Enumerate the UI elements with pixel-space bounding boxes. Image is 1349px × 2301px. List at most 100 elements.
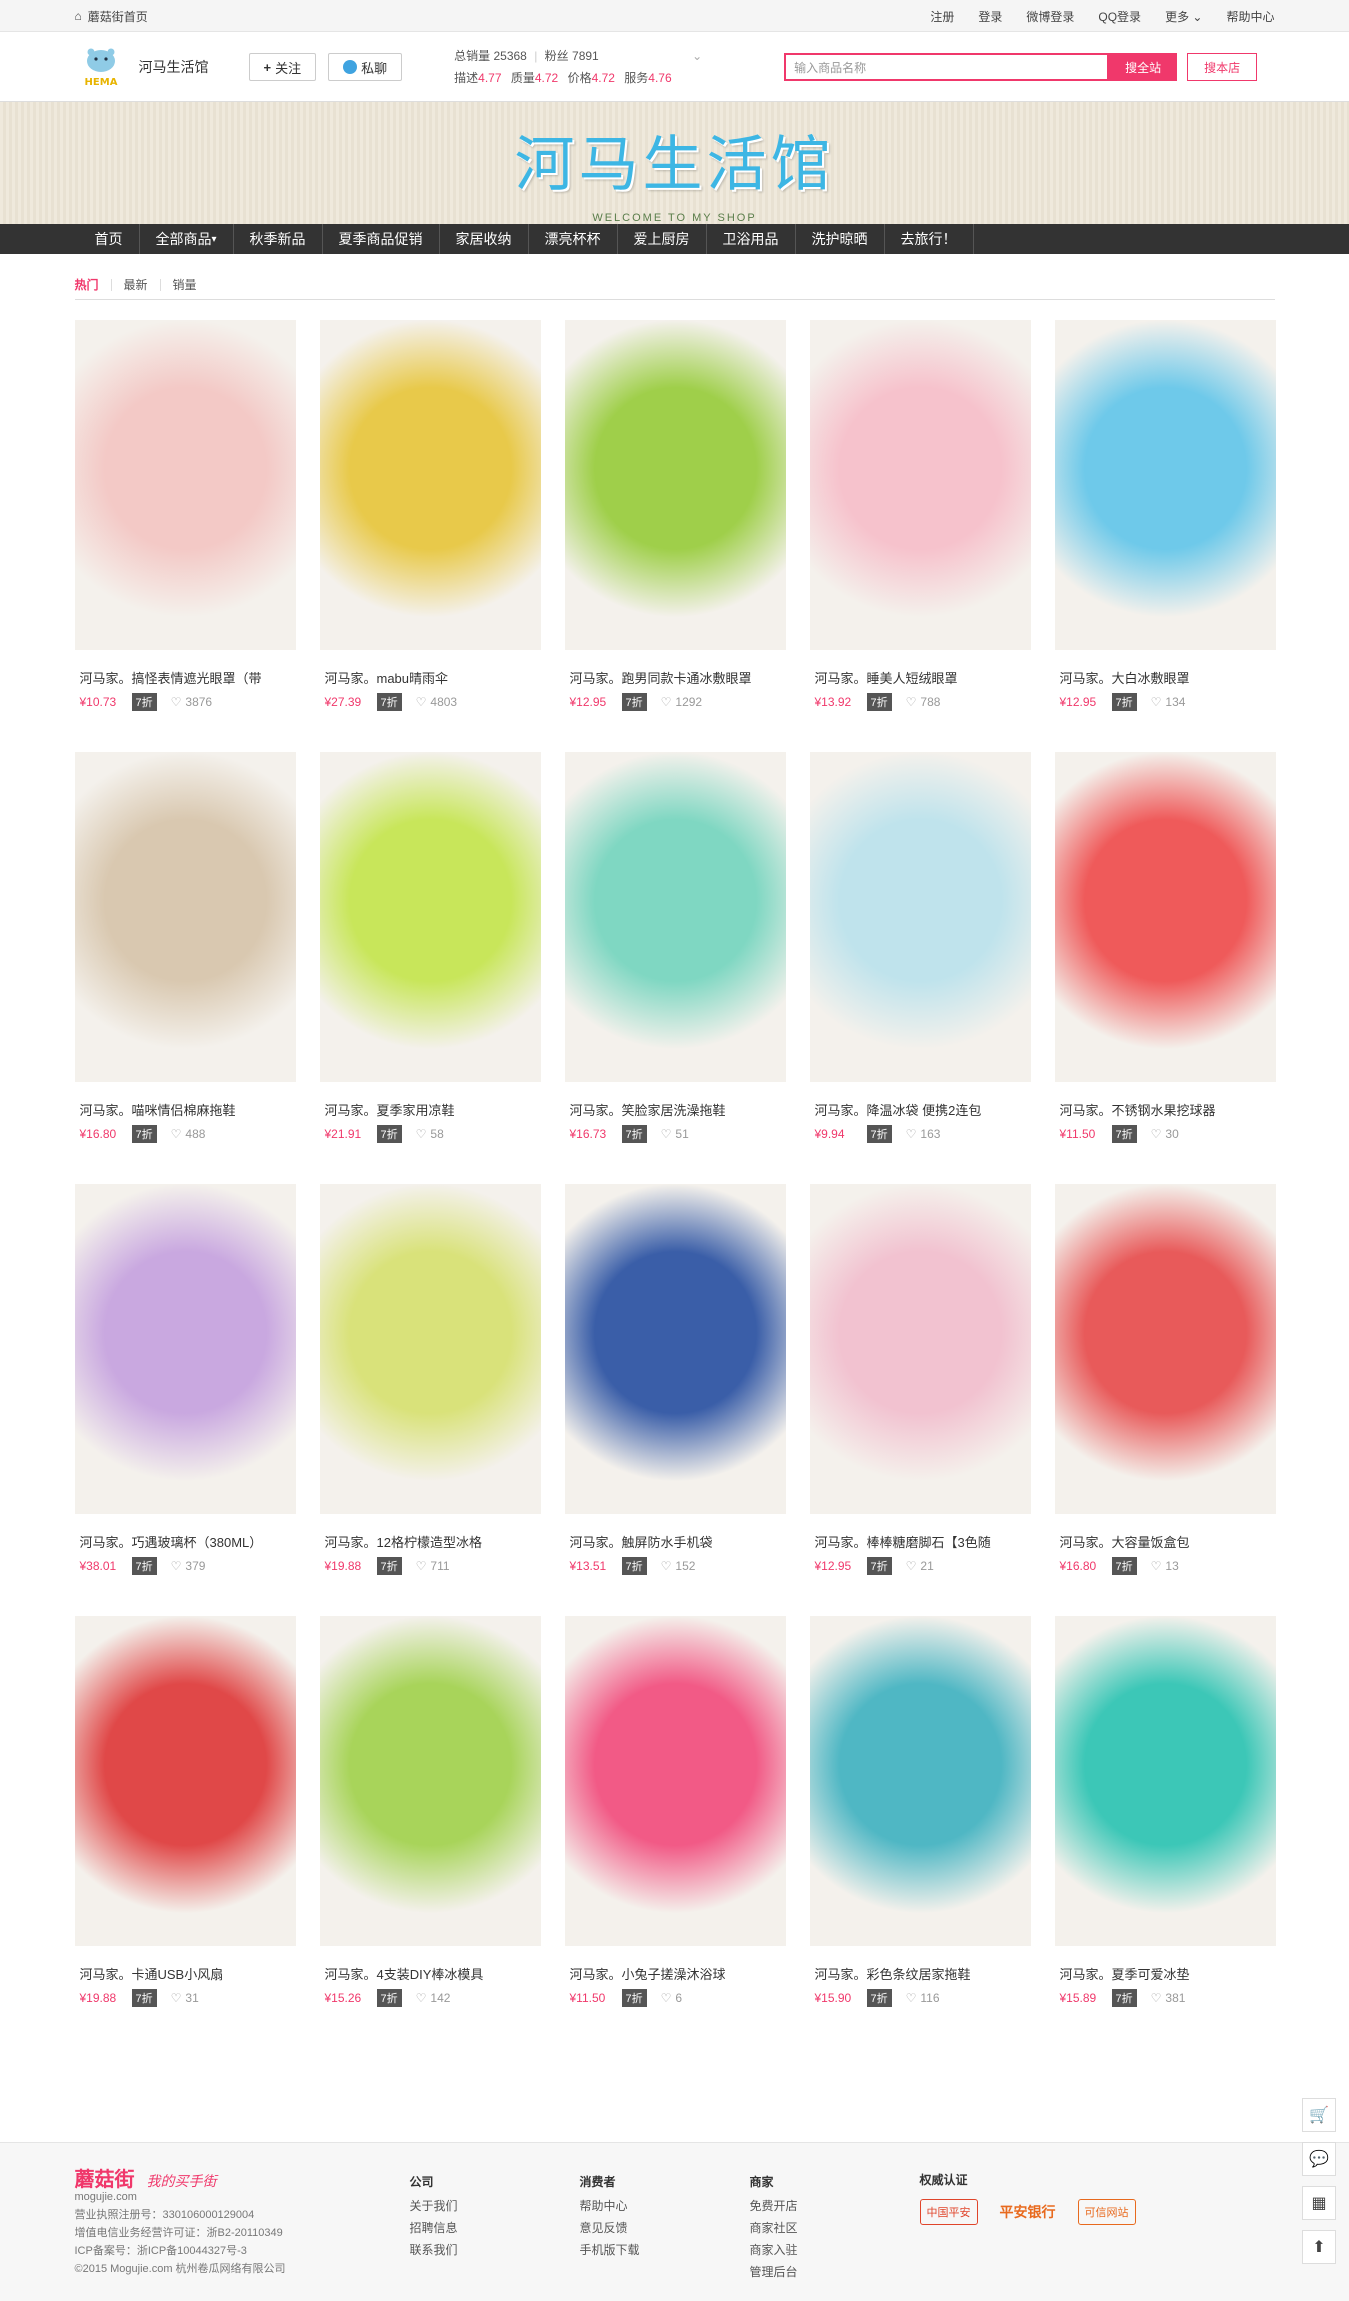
product-image[interactable] bbox=[1054, 1616, 1276, 1946]
product-name[interactable]: 河马家。大容量饭盒包 bbox=[1055, 1532, 1276, 1551]
product-image[interactable] bbox=[809, 1616, 1031, 1946]
back-to-top-icon[interactable]: ⬆ bbox=[1302, 2230, 1336, 2264]
product-image[interactable] bbox=[564, 1184, 786, 1514]
search-shop-button[interactable]: 搜本店 bbox=[1187, 53, 1258, 81]
favorite-count[interactable]: ♡ 13 bbox=[1151, 1559, 1179, 1573]
product-image[interactable] bbox=[809, 1184, 1031, 1514]
chat-icon[interactable]: 💬 bbox=[1302, 2142, 1336, 2176]
more-menu[interactable]: 更多 ⌄ bbox=[1165, 8, 1202, 25]
product-card[interactable]: 河马家。降温冰袋 便携2连包 ¥9.94 7折 ♡ 163 bbox=[809, 752, 1031, 1184]
product-card[interactable]: 河马家。巧遇玻璃杯（380ML） ¥38.01 7折 ♡ 379 bbox=[74, 1184, 296, 1616]
footer-link[interactable]: 招聘信息 bbox=[410, 2217, 580, 2239]
product-image[interactable] bbox=[1054, 752, 1276, 1082]
favorite-count[interactable]: ♡ 711 bbox=[416, 1559, 450, 1573]
footer-link[interactable]: 商家社区 bbox=[750, 2217, 920, 2239]
search-input[interactable]: 输入商品名称 bbox=[784, 53, 1110, 81]
product-image[interactable] bbox=[1054, 320, 1276, 650]
product-image[interactable] bbox=[74, 1184, 296, 1514]
product-name[interactable]: 河马家。4支装DIY棒冰模具 bbox=[320, 1964, 541, 1983]
product-card[interactable]: 河马家。跑男同款卡通冰敷眼罩 ¥12.95 7折 ♡ 1292 bbox=[564, 320, 786, 752]
login-link[interactable]: 登录 bbox=[978, 8, 1002, 25]
chevron-down-icon[interactable]: ⌄ bbox=[692, 49, 702, 63]
register-link[interactable]: 注册 bbox=[930, 8, 954, 25]
footer-logo[interactable]: 蘑菇街 bbox=[75, 2170, 135, 2190]
favorite-count[interactable]: ♡ 4803 bbox=[416, 695, 457, 709]
product-name[interactable]: 河马家。夏季家用凉鞋 bbox=[320, 1100, 541, 1119]
product-card[interactable]: 河马家。睡美人短绒眼罩 ¥13.92 7折 ♡ 788 bbox=[809, 320, 1031, 752]
help-link[interactable]: 帮助中心 bbox=[1226, 8, 1274, 25]
qrcode-icon[interactable]: ▦ bbox=[1302, 2186, 1336, 2220]
product-card[interactable]: 河马家。不锈钢水果挖球器 ¥11.50 7折 ♡ 30 bbox=[1054, 752, 1276, 1184]
product-image[interactable] bbox=[564, 1616, 786, 1946]
nav-item[interactable]: 夏季商品促销 bbox=[323, 224, 440, 254]
search-all-button[interactable]: 搜全站 bbox=[1109, 53, 1178, 81]
product-card[interactable]: 河马家。彩色条纹居家拖鞋 ¥15.90 7折 ♡ 116 bbox=[809, 1616, 1031, 2048]
footer-link[interactable]: 免费开店 bbox=[750, 2195, 920, 2217]
product-image[interactable] bbox=[564, 752, 786, 1082]
product-image[interactable] bbox=[319, 752, 541, 1082]
product-card[interactable]: 河马家。触屏防水手机袋 ¥13.51 7折 ♡ 152 bbox=[564, 1184, 786, 1616]
home-link[interactable]: ⌂ 蘑菇街首页 bbox=[75, 8, 148, 25]
favorite-count[interactable]: ♡ 381 bbox=[1151, 1991, 1186, 2005]
product-name[interactable]: 河马家。搞怪表情遮光眼罩（带 bbox=[75, 668, 296, 687]
product-image[interactable] bbox=[319, 1616, 541, 1946]
favorite-count[interactable]: ♡ 142 bbox=[416, 1991, 451, 2005]
shop-logo[interactable]: HEMA bbox=[75, 44, 127, 90]
product-name[interactable]: 河马家。触屏防水手机袋 bbox=[565, 1532, 786, 1551]
product-name[interactable]: 河马家。喵咪情侣棉麻拖鞋 bbox=[75, 1100, 296, 1119]
product-card[interactable]: 河马家。喵咪情侣棉麻拖鞋 ¥16.80 7折 ♡ 488 bbox=[74, 752, 296, 1184]
cart-icon[interactable]: 🛒 bbox=[1302, 2098, 1336, 2132]
product-card[interactable]: 河马家。小兔子搓澡沐浴球 ¥11.50 7折 ♡ 6 bbox=[564, 1616, 786, 2048]
footer-link[interactable]: 商家入驻 bbox=[750, 2239, 920, 2261]
favorite-count[interactable]: ♡ 30 bbox=[1151, 1127, 1179, 1141]
favorite-count[interactable]: ♡ 134 bbox=[1151, 695, 1186, 709]
follow-button[interactable]: + 关注 bbox=[248, 53, 317, 81]
pingan-bank-badge[interactable]: 平安银行 bbox=[994, 2198, 1062, 2226]
product-name[interactable]: 河马家。大白冰敷眼罩 bbox=[1055, 668, 1276, 687]
favorite-count[interactable]: ♡ 58 bbox=[416, 1127, 444, 1141]
favorite-count[interactable]: ♡ 31 bbox=[171, 1991, 199, 2005]
product-image[interactable] bbox=[564, 320, 786, 650]
favorite-count[interactable]: ♡ 379 bbox=[171, 1559, 206, 1573]
tab-hot[interactable]: 热门 bbox=[75, 278, 112, 291]
product-image[interactable] bbox=[809, 320, 1031, 650]
product-card[interactable]: 河马家。大容量饭盒包 ¥16.80 7折 ♡ 13 bbox=[1054, 1184, 1276, 1616]
favorite-count[interactable]: ♡ 21 bbox=[906, 1559, 934, 1573]
footer-link[interactable]: 联系我们 bbox=[410, 2239, 580, 2261]
product-name[interactable]: 河马家。mabu晴雨伞 bbox=[320, 668, 541, 687]
footer-link[interactable]: 帮助中心 bbox=[580, 2195, 750, 2217]
product-card[interactable]: 河马家。卡通USB小风扇 ¥19.88 7折 ♡ 31 bbox=[74, 1616, 296, 2048]
product-image[interactable] bbox=[319, 1184, 541, 1514]
favorite-count[interactable]: ♡ 116 bbox=[906, 1991, 940, 2005]
nav-item[interactable]: 秋季新品 bbox=[234, 224, 323, 254]
product-image[interactable] bbox=[74, 752, 296, 1082]
tab-sales[interactable]: 销量 bbox=[161, 279, 209, 291]
product-image[interactable] bbox=[809, 752, 1031, 1082]
product-name[interactable]: 河马家。不锈钢水果挖球器 bbox=[1055, 1100, 1276, 1119]
product-card[interactable]: 河马家。笑脸家居洗澡拖鞋 ¥16.73 7折 ♡ 51 bbox=[564, 752, 786, 1184]
product-name[interactable]: 河马家。夏季可爱冰垫 bbox=[1055, 1964, 1276, 1983]
footer-link[interactable]: 关于我们 bbox=[410, 2195, 580, 2217]
chat-button[interactable]: 私聊 bbox=[328, 53, 403, 81]
nav-item[interactable]: 卫浴用品 bbox=[707, 224, 796, 254]
favorite-count[interactable]: ♡ 51 bbox=[661, 1127, 689, 1141]
product-image[interactable] bbox=[74, 1616, 296, 1946]
footer-link[interactable]: 管理后台 bbox=[750, 2261, 920, 2283]
trusted-site-badge[interactable]: 可信网站 bbox=[1077, 2199, 1136, 2225]
product-name[interactable]: 河马家。12格柠檬造型冰格 bbox=[320, 1532, 541, 1551]
product-name[interactable]: 河马家。小兔子搓澡沐浴球 bbox=[565, 1964, 786, 1983]
product-image[interactable] bbox=[319, 320, 541, 650]
footer-link[interactable]: 手机版下载 bbox=[580, 2239, 750, 2261]
product-card[interactable]: 河马家。12格柠檬造型冰格 ¥19.88 7折 ♡ 711 bbox=[319, 1184, 541, 1616]
favorite-count[interactable]: ♡ 1292 bbox=[661, 695, 702, 709]
qq-login-link[interactable]: QQ登录 bbox=[1098, 8, 1141, 25]
product-card[interactable]: 河马家。棒棒糖磨脚石【3色随 ¥12.95 7折 ♡ 21 bbox=[809, 1184, 1031, 1616]
nav-item[interactable]: 首页 bbox=[75, 224, 140, 254]
product-name[interactable]: 河马家。彩色条纹居家拖鞋 bbox=[810, 1964, 1031, 1983]
nav-item[interactable]: 全部商品 ▾ bbox=[140, 224, 234, 254]
tab-newest[interactable]: 最新 bbox=[112, 278, 161, 291]
favorite-count[interactable]: ♡ 488 bbox=[171, 1127, 206, 1141]
product-card[interactable]: 河马家。mabu晴雨伞 ¥27.39 7折 ♡ 4803 bbox=[319, 320, 541, 752]
nav-item[interactable]: 去旅行！ bbox=[885, 224, 974, 254]
product-image[interactable] bbox=[74, 320, 296, 650]
